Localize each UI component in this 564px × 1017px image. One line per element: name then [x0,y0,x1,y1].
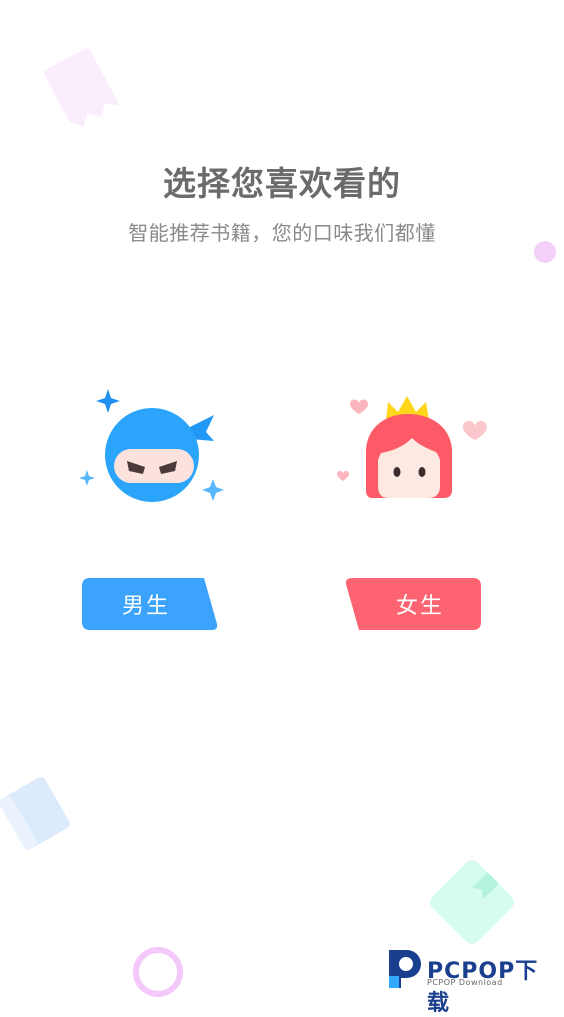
watermark: PCPOP下载 PCPOP Download [383,944,561,1016]
ticket-decoration-icon [44,48,120,127]
female-button[interactable]: 女生 [345,578,485,630]
pcpop-logo-icon [389,950,421,988]
princess-avatar-icon[interactable] [330,390,495,505]
watermark-sub: PCPOP Download [427,978,503,987]
ninja-avatar-icon[interactable] [74,385,234,510]
bookmark-decoration-icon [430,860,514,944]
book-decoration-icon [0,777,70,850]
page-title: 选择您喜欢看的 [163,164,401,203]
ring-decoration [133,947,183,997]
male-button-label: 男生 [121,594,170,619]
female-button-label: 女生 [395,594,444,619]
page-subtitle: 智能推荐书籍，您的口味我们都懂 [128,221,436,245]
male-button[interactable]: 男生 [82,578,222,630]
